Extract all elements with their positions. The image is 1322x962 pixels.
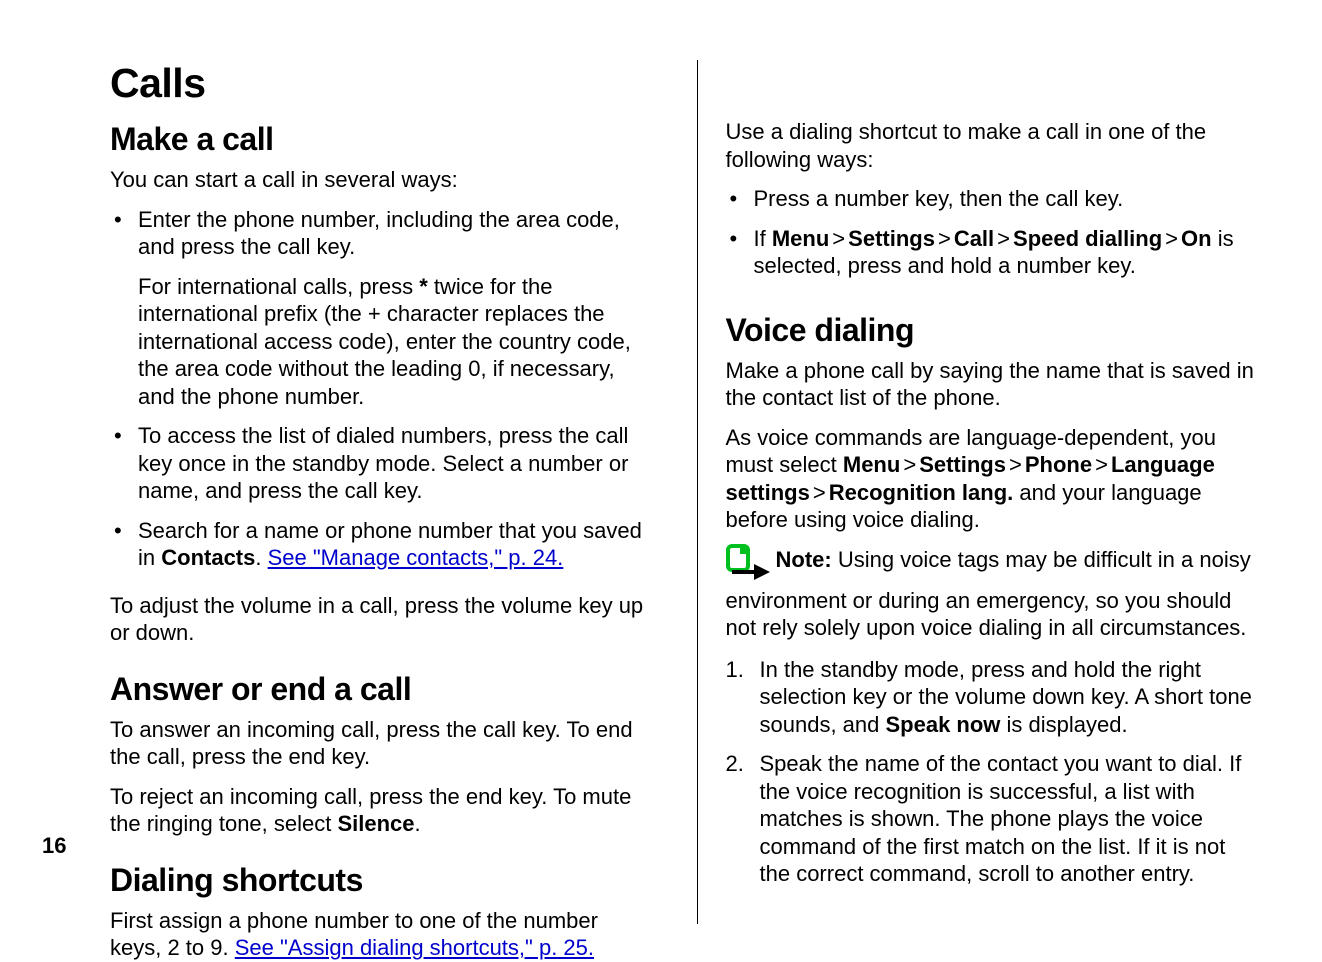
left-column: Calls Make a call You can start a call i… [110,60,667,924]
note-block: Note: Using voice tags may be difficult … [726,546,1263,642]
bold-text: Settings [848,226,935,251]
paragraph: To reject an incoming call, press the en… [110,783,647,838]
separator: > [1092,452,1111,477]
paragraph: Use a dialing shortcut to make a call in… [726,118,1263,173]
note-label: Note: [776,547,832,572]
link-assign-shortcuts[interactable]: See "Assign dialing shortcuts," p. 25. [235,935,594,960]
main-heading: Calls [110,60,647,107]
paragraph: You can start a call in several ways: [110,166,647,194]
paragraph: To adjust the volume in a call, press th… [110,592,647,647]
bold-text: Speed dialling [1013,226,1162,251]
bold-text: Speak now [885,712,1000,737]
numbered-list: In the standby mode, press and hold the … [726,656,1263,900]
text: Enter the phone number, including the ar… [138,207,620,260]
page-number: 16 [42,833,66,859]
paragraph: To answer an incoming call, press the ca… [110,716,647,771]
bold-text: Menu [843,452,900,477]
right-column: Use a dialing shortcut to make a call in… [697,60,1263,924]
list-item: Enter the phone number, including the ar… [110,206,647,411]
bullet-list: Press a number key, then the call key. I… [726,185,1263,292]
bold-text: Menu [772,226,829,251]
list-item: Search for a name or phone number that y… [110,517,647,572]
bold-text: Contacts [161,545,255,570]
text: If [754,226,772,251]
list-item: If Menu>Settings>Call>Speed dialling>On … [726,225,1263,280]
text: . [415,811,421,836]
bold-text: On [1181,226,1212,251]
list-item: Speak the name of the contact you want t… [726,750,1263,888]
separator: > [994,226,1013,251]
text: For international calls, press * twice f… [138,273,647,411]
list-item: Press a number key, then the call key. [726,185,1263,213]
separator: > [829,226,848,251]
bold-text: Phone [1025,452,1092,477]
section-heading-make-call: Make a call [110,121,647,158]
paragraph: First assign a phone number to one of th… [110,907,647,962]
text: For international calls, press [138,274,419,299]
text: . [255,545,267,570]
separator: > [810,480,829,505]
paragraph: Make a phone call by saying the name tha… [726,357,1263,412]
note-arrow-icon [726,544,772,585]
bold-text: Settings [919,452,1006,477]
separator: > [900,452,919,477]
page-content: Calls Make a call You can start a call i… [110,60,1262,924]
bold-text: Silence [337,811,414,836]
list-item: In the standby mode, press and hold the … [726,656,1263,739]
bullet-list: Enter the phone number, including the ar… [110,206,647,584]
bold-text: Call [954,226,994,251]
section-heading-answer-end: Answer or end a call [110,671,647,708]
bold-text: * [419,274,428,299]
bold-text: Recognition lang. [829,480,1014,505]
separator: > [1006,452,1025,477]
paragraph: As voice commands are language-dependent… [726,424,1263,534]
text: is displayed. [1000,712,1127,737]
separator: > [1162,226,1181,251]
link-manage-contacts[interactable]: See "Manage contacts," p. 24. [268,545,564,570]
list-item: To access the list of dialed numbers, pr… [110,422,647,505]
separator: > [935,226,954,251]
section-heading-dialing-shortcuts: Dialing shortcuts [110,862,647,899]
note-text: Note: Using voice tags may be difficult … [726,547,1251,641]
section-heading-voice-dialing: Voice dialing [726,312,1263,349]
